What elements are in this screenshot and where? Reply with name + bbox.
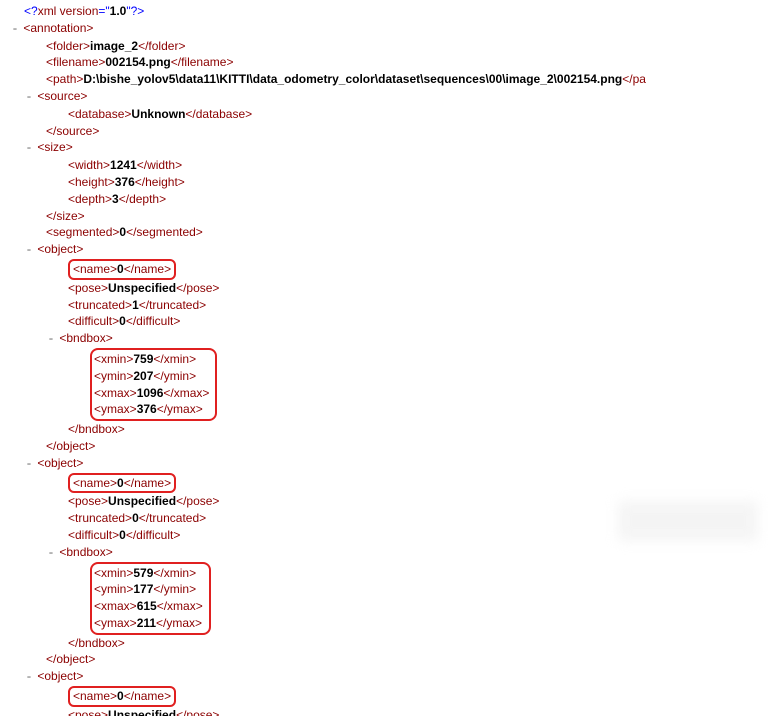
folder-line: <folder>image_2</folder>	[6, 38, 768, 55]
height-line: <height>376</height>	[6, 174, 768, 191]
width-line: <width>1241</width>	[6, 157, 768, 174]
source-close-line: </source>	[6, 123, 768, 140]
annotation-tag: <annotation>	[23, 21, 93, 35]
collapse-toggle-icon[interactable]: -	[24, 89, 34, 106]
object2-bndbox-open-line: - <bndbox>	[6, 544, 768, 562]
collapse-toggle-icon[interactable]: -	[10, 21, 20, 38]
object1-name-line: <name>0</name>	[6, 259, 768, 280]
source-open-line: - <source>	[6, 88, 768, 106]
collapse-toggle-icon[interactable]: -	[24, 242, 34, 259]
size-close-line: </size>	[6, 208, 768, 225]
collapse-toggle-icon[interactable]: -	[24, 456, 34, 473]
annotation-open-line: - <annotation>	[6, 20, 768, 38]
object2-bndbox-block: <xmin>579</xmin> <ymin>177</ymin> <xmax>…	[6, 562, 768, 635]
collapse-toggle-icon[interactable]: -	[46, 331, 56, 348]
object2-name-line: <name>0</name>	[6, 473, 768, 494]
object1-open-line: - <object>	[6, 241, 768, 259]
object3-name-line: <name>0</name>	[6, 686, 768, 707]
highlight-box: <xmin>759</xmin> <ymin>207</ymin> <xmax>…	[90, 348, 217, 421]
object1-bndbox-close-line: </bndbox>	[6, 421, 768, 438]
highlight-box: <xmin>579</xmin> <ymin>177</ymin> <xmax>…	[90, 562, 211, 635]
collapse-toggle-icon[interactable]: -	[46, 545, 56, 562]
segmented-line: <segmented>0</segmented>	[6, 224, 768, 241]
object2-open-line: - <object>	[6, 455, 768, 473]
collapse-toggle-icon[interactable]: -	[24, 140, 34, 157]
object1-close-line: </object>	[6, 438, 768, 455]
database-line: <database>Unknown</database>	[6, 106, 768, 123]
object1-truncated-line: <truncated>1</truncated>	[6, 297, 768, 314]
object1-pose-line: <pose>Unspecified</pose>	[6, 280, 768, 297]
watermark-blur	[618, 501, 758, 541]
filename-line: <filename>002154.png</filename>	[6, 54, 768, 71]
highlight-box: <name>0</name>	[68, 259, 176, 280]
highlight-box: <name>0</name>	[68, 686, 176, 707]
collapse-toggle-icon[interactable]: -	[24, 669, 34, 686]
object3-pose-line: <pose>Unspecified</pose>	[6, 707, 768, 716]
object1-bndbox-open-line: - <bndbox>	[6, 330, 768, 348]
size-open-line: - <size>	[6, 139, 768, 157]
depth-line: <depth>3</depth>	[6, 191, 768, 208]
object1-difficult-line: <difficult>0</difficult>	[6, 313, 768, 330]
path-line: <path>D:\bishe_yolov5\data11\KITTI\data_…	[6, 71, 768, 88]
xml-declaration: <?xml version="1.0"?>	[6, 3, 768, 20]
object2-bndbox-close-line: </bndbox>	[6, 635, 768, 652]
object3-open-line: - <object>	[6, 668, 768, 686]
object1-bndbox-block: <xmin>759</xmin> <ymin>207</ymin> <xmax>…	[6, 348, 768, 421]
object2-close-line: </object>	[6, 651, 768, 668]
highlight-box: <name>0</name>	[68, 473, 176, 494]
